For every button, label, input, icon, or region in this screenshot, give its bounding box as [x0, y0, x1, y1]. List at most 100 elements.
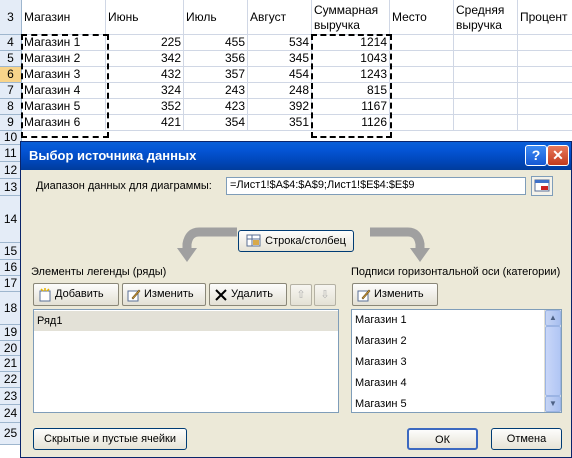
cell-empty[interactable]: [518, 51, 572, 67]
cell-july[interactable]: 354: [184, 115, 248, 131]
header-cell-august[interactable]: Август: [248, 0, 312, 35]
row-header[interactable]: 25: [0, 423, 22, 445]
categories-listbox[interactable]: Магазин 1 Магазин 2 Магазин 3 Магазин 4 Мага…: [351, 309, 562, 413]
header-cell-july[interactable]: Июль: [184, 0, 248, 35]
scroll-thumb[interactable]: [545, 326, 561, 396]
cell-empty[interactable]: [390, 51, 454, 67]
cell-sum[interactable]: 1126: [312, 115, 390, 131]
cell-name[interactable]: Магазин 1: [22, 35, 106, 51]
switch-row-column-button[interactable]: Строка/столбец: [238, 230, 354, 252]
add-series-button[interactable]: Добавить: [33, 283, 119, 306]
row-header[interactable]: 14: [0, 196, 22, 243]
cell-august[interactable]: 392: [248, 99, 312, 115]
range-input[interactable]: =Лист1!$A$4:$A$9;Лист1!$E$4:$E$9: [226, 177, 526, 195]
cell-empty[interactable]: [454, 83, 518, 99]
scroll-up-icon[interactable]: ▲: [545, 310, 561, 326]
row-header[interactable]: 11: [0, 145, 22, 162]
cell-august[interactable]: 248: [248, 83, 312, 99]
cell-june[interactable]: 324: [106, 83, 184, 99]
cell-june[interactable]: 225: [106, 35, 184, 51]
cell-july[interactable]: 243: [184, 83, 248, 99]
row-header-3[interactable]: 3: [0, 0, 22, 35]
cell-empty[interactable]: [454, 99, 518, 115]
edit-series-button[interactable]: Изменить: [122, 283, 206, 306]
cell-august[interactable]: 454: [248, 67, 312, 83]
cell-july[interactable]: 357: [184, 67, 248, 83]
series-listbox[interactable]: Ряд1: [33, 309, 339, 413]
series-item[interactable]: Ряд1: [34, 311, 338, 331]
scroll-down-icon[interactable]: ▼: [545, 396, 561, 412]
header-cell-magazin[interactable]: Магазин: [22, 0, 106, 35]
cell-august[interactable]: 534: [248, 35, 312, 51]
cell-empty[interactable]: [390, 83, 454, 99]
cell-name[interactable]: Магазин 3: [22, 67, 106, 83]
help-button[interactable]: ?: [525, 145, 547, 166]
row-header[interactable]: 8: [0, 99, 22, 115]
cell-sum[interactable]: 1214: [312, 35, 390, 51]
row-header[interactable]: 19: [0, 325, 22, 341]
row-header[interactable]: 17: [0, 276, 22, 292]
cell-july[interactable]: 423: [184, 99, 248, 115]
header-cell-june[interactable]: Июнь: [106, 0, 184, 35]
cell-empty[interactable]: [454, 115, 518, 131]
row-header[interactable]: 13: [0, 179, 22, 196]
cell-june[interactable]: 352: [106, 99, 184, 115]
row-header[interactable]: 15: [0, 243, 22, 260]
cell-august[interactable]: 351: [248, 115, 312, 131]
cell-empty[interactable]: [518, 67, 572, 83]
dialog-titlebar[interactable]: Выбор источника данных ? ✕: [21, 142, 571, 170]
cell-june[interactable]: 432: [106, 67, 184, 83]
cell-august[interactable]: 345: [248, 51, 312, 67]
cell-name[interactable]: Магазин 6: [22, 115, 106, 131]
row-header[interactable]: 22: [0, 372, 22, 388]
edit-axis-button[interactable]: Изменить: [352, 283, 438, 306]
ok-button[interactable]: ОК: [407, 428, 478, 450]
cell-empty[interactable]: [390, 99, 454, 115]
category-item[interactable]: Магазин 5: [352, 394, 407, 412]
header-cell-sum[interactable]: Суммарная выручка: [312, 0, 390, 35]
category-item[interactable]: Магазин 3: [352, 352, 407, 372]
row-header[interactable]: 9: [0, 115, 22, 131]
row-header[interactable]: 24: [0, 405, 22, 423]
cancel-button[interactable]: Отмена: [491, 428, 562, 450]
row-header[interactable]: 5: [0, 51, 22, 67]
cell-sum[interactable]: 1043: [312, 51, 390, 67]
cell-empty[interactable]: [454, 51, 518, 67]
cell-name[interactable]: Магазин 4: [22, 83, 106, 99]
cell-empty[interactable]: [518, 115, 572, 131]
hidden-empty-cells-button[interactable]: Скрытые и пустые ячейки: [33, 428, 187, 450]
row-header[interactable]: 16: [0, 260, 22, 276]
collapse-range-button[interactable]: [531, 176, 553, 196]
cell-empty[interactable]: [518, 99, 572, 115]
cell-name[interactable]: Магазин 2: [22, 51, 106, 67]
row-header[interactable]: 10: [0, 131, 22, 145]
cell-sum[interactable]: 1167: [312, 99, 390, 115]
cell-july[interactable]: 356: [184, 51, 248, 67]
delete-series-button[interactable]: Удалить: [209, 283, 287, 306]
header-cell-place[interactable]: Место: [390, 0, 454, 35]
cell-empty[interactable]: [454, 35, 518, 51]
cell-empty[interactable]: [454, 67, 518, 83]
move-down-button[interactable]: ⇩: [314, 284, 336, 306]
move-up-button[interactable]: ⇧: [290, 284, 312, 306]
category-item[interactable]: Магазин 2: [352, 331, 407, 351]
cell-empty[interactable]: [390, 35, 454, 51]
row-header[interactable]: 12: [0, 162, 22, 179]
cell-july[interactable]: 455: [184, 35, 248, 51]
header-cell-percent[interactable]: Процент: [518, 0, 572, 35]
row-header[interactable]: 18: [0, 292, 22, 325]
cell-june[interactable]: 342: [106, 51, 184, 67]
row-header[interactable]: 20: [0, 341, 22, 356]
category-item[interactable]: Магазин 4: [352, 373, 407, 393]
close-button[interactable]: ✕: [547, 145, 569, 166]
category-item[interactable]: Магазин 1: [352, 310, 407, 330]
cell-june[interactable]: 421: [106, 115, 184, 131]
row-header[interactable]: 21: [0, 356, 22, 372]
header-cell-avg[interactable]: Средняя выручка: [454, 0, 518, 35]
row-header[interactable]: 6: [0, 67, 22, 83]
row-header[interactable]: 4: [0, 35, 22, 51]
categories-scrollbar[interactable]: ▲ ▼: [544, 310, 561, 412]
cell-empty[interactable]: [390, 67, 454, 83]
cell-name[interactable]: Магазин 5: [22, 99, 106, 115]
cell-sum[interactable]: 815: [312, 83, 390, 99]
